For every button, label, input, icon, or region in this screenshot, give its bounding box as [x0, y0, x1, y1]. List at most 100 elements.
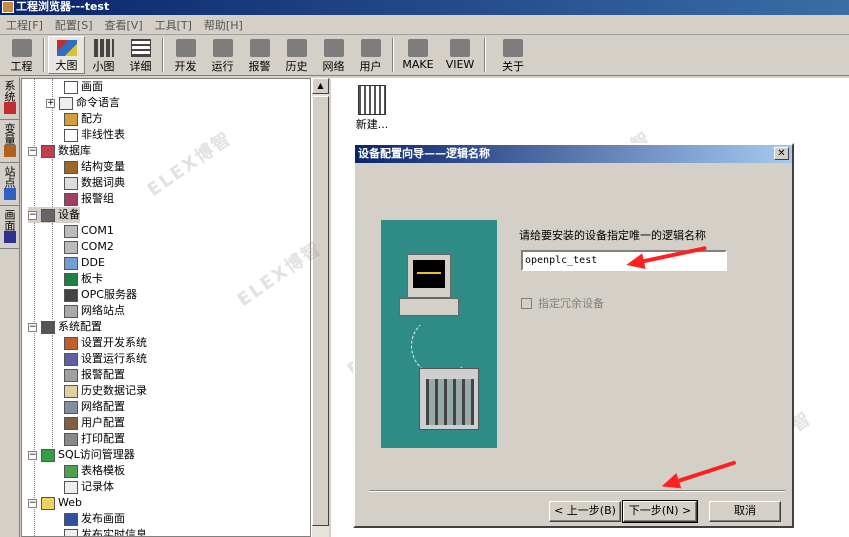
- toolbar-develop-button[interactable]: 开发: [167, 36, 204, 74]
- scroll-up-icon[interactable]: ▲: [312, 78, 329, 94]
- logical-name-input[interactable]: openplc_test: [521, 250, 727, 271]
- tree-item-table-template[interactable]: 表格模板: [64, 463, 125, 479]
- menu-item-config[interactable]: 配置[S]: [49, 17, 99, 33]
- toolbar-details-button[interactable]: 详细: [122, 36, 159, 74]
- computer-base-icon: [399, 298, 459, 316]
- menu-item-tools[interactable]: 工具[T]: [149, 17, 198, 33]
- collapse-minus-icon[interactable]: −: [28, 450, 37, 460]
- tree-item-struct-variables[interactable]: 结构变量: [64, 159, 125, 175]
- toolbar-about-button[interactable]: 关于: [489, 36, 537, 74]
- menu-item-help[interactable]: 帮助[H]: [198, 17, 249, 33]
- tree-guide-line: [52, 335, 53, 447]
- side-tab-variables[interactable]: 变量: [0, 120, 19, 163]
- close-icon[interactable]: ✕: [774, 147, 789, 160]
- collapse-minus-icon[interactable]: −: [28, 322, 37, 332]
- side-tab-stations[interactable]: 站点: [0, 163, 19, 206]
- table-icon: [64, 128, 78, 142]
- toolbar-separator: [484, 38, 486, 72]
- table-template-icon: [64, 464, 78, 478]
- tree-item-publish-realtime[interactable]: 发布实时信息: [64, 527, 147, 536]
- toolbar-network-button[interactable]: 网络: [315, 36, 352, 74]
- tree-item-web[interactable]: − Web: [28, 495, 82, 511]
- tree-item-sql-manager[interactable]: − SQL访问管理器: [28, 447, 135, 463]
- tree-item-nonlinear-table[interactable]: 非线性表: [64, 127, 125, 143]
- toolbar-small-icons-button[interactable]: 小图: [85, 36, 122, 74]
- recipe-icon: [64, 112, 78, 126]
- tree-item-user-config[interactable]: 用户配置: [64, 415, 125, 431]
- tree-item-board[interactable]: 板卡: [64, 271, 103, 287]
- toolbar-alarm-button[interactable]: 报警: [241, 36, 278, 74]
- tree-item-history-record[interactable]: 历史数据记录: [64, 383, 147, 399]
- tree-item-com2[interactable]: COM2: [64, 239, 114, 255]
- tree-item-devices[interactable]: − 设备: [28, 207, 80, 223]
- menu-item-view[interactable]: 查看[V]: [99, 17, 149, 33]
- history-icon: [286, 39, 307, 57]
- devices-icon: [41, 208, 55, 222]
- develop-icon: [175, 39, 196, 57]
- tree-item-screens[interactable]: 画面: [64, 79, 103, 95]
- new-item[interactable]: 新建...: [352, 85, 392, 132]
- toolbar-make-button[interactable]: MAKE: [397, 36, 439, 74]
- next-button[interactable]: 下一步(N) >: [622, 500, 698, 523]
- toolbar: 工程 大图 小图 详细 开发 运行 报警 历史 网络 用户 MAKE VIEW …: [0, 36, 849, 76]
- cable-icon: [411, 316, 471, 376]
- tree-item-alarm-group[interactable]: 报警组: [64, 191, 114, 207]
- tree-item-network-station[interactable]: 网络站点: [64, 303, 125, 319]
- new-item-label: 新建...: [352, 116, 392, 132]
- collapse-minus-icon[interactable]: −: [28, 498, 37, 508]
- side-tab-strip: 系统 变量 站点 画面: [0, 77, 20, 537]
- struct-icon: [64, 160, 78, 174]
- tree-item-print-config[interactable]: 打印配置: [64, 431, 125, 447]
- user-config-icon: [64, 416, 78, 430]
- about-icon: [503, 39, 523, 57]
- toolbar-view-button[interactable]: VIEW: [439, 36, 481, 74]
- side-tab-screens[interactable]: 画面: [0, 206, 19, 249]
- tree-item-database[interactable]: − 数据库: [28, 143, 91, 159]
- new-item-icon: [358, 85, 386, 115]
- toolbar-user-button[interactable]: 用户: [352, 36, 389, 74]
- collapse-minus-icon[interactable]: −: [28, 210, 37, 220]
- history-record-icon: [64, 384, 78, 398]
- scrollbar-thumb[interactable]: [312, 96, 329, 526]
- publish-screen-icon: [64, 512, 78, 526]
- tree-item-alarm-config[interactable]: 报警配置: [64, 367, 125, 383]
- record-icon: [64, 480, 78, 494]
- tree-item-recipe[interactable]: 配方: [64, 111, 103, 127]
- tree-item-run-system-settings[interactable]: 设置运行系统: [64, 351, 147, 367]
- toolbar-history-button[interactable]: 历史: [278, 36, 315, 74]
- tree-item-opc-server[interactable]: OPC服务器: [64, 287, 137, 303]
- toolbar-project-button[interactable]: 工程: [3, 36, 40, 74]
- dialog-separator: [369, 490, 785, 492]
- expand-plus-icon[interactable]: +: [46, 98, 55, 108]
- tree-item-data-dictionary[interactable]: 数据词典: [64, 175, 125, 191]
- run-settings-icon: [64, 352, 78, 366]
- project-tree: 画面 + 命令语言 配方 非线性表 − 数据库 结构变量 数据词典 报警组 − 设备 …: [21, 78, 311, 537]
- project-icon: [11, 39, 32, 57]
- redundant-device-label: 指定冗余设备: [538, 297, 604, 310]
- dictionary-icon: [64, 176, 78, 190]
- toolbar-run-button[interactable]: 运行: [204, 36, 241, 74]
- toolbar-separator: [392, 38, 394, 72]
- small-icons-icon: [93, 39, 114, 57]
- tree-item-network-config[interactable]: 网络配置: [64, 399, 125, 415]
- plc-rack-icon: [419, 368, 479, 430]
- tree-scrollbar[interactable]: ▲: [311, 78, 329, 537]
- tools-icon: [41, 320, 55, 334]
- tree-item-system-config[interactable]: − 系统配置: [28, 319, 102, 335]
- cancel-button[interactable]: 取消: [709, 501, 781, 522]
- tree-item-com1[interactable]: COM1: [64, 223, 114, 239]
- system-tab-icon: [3, 102, 16, 114]
- side-tab-system[interactable]: 系统: [0, 77, 19, 120]
- collapse-minus-icon[interactable]: −: [28, 146, 37, 156]
- tree-item-dev-system-settings[interactable]: 设置开发系统: [64, 335, 147, 351]
- tree-item-record-body[interactable]: 记录体: [64, 479, 114, 495]
- tree-item-command-language[interactable]: + 命令语言: [46, 95, 120, 111]
- back-button[interactable]: < 上一步(B): [549, 501, 621, 522]
- tree-item-publish-screen[interactable]: 发布画面: [64, 511, 125, 527]
- menu-item-project[interactable]: 工程[F]: [0, 17, 49, 33]
- stations-tab-icon: [3, 188, 16, 200]
- tree-guide-line: [52, 223, 53, 319]
- wizard-illustration: [381, 220, 497, 448]
- toolbar-large-icons-button[interactable]: 大图: [48, 36, 85, 74]
- tree-item-dde[interactable]: DDE: [64, 255, 105, 271]
